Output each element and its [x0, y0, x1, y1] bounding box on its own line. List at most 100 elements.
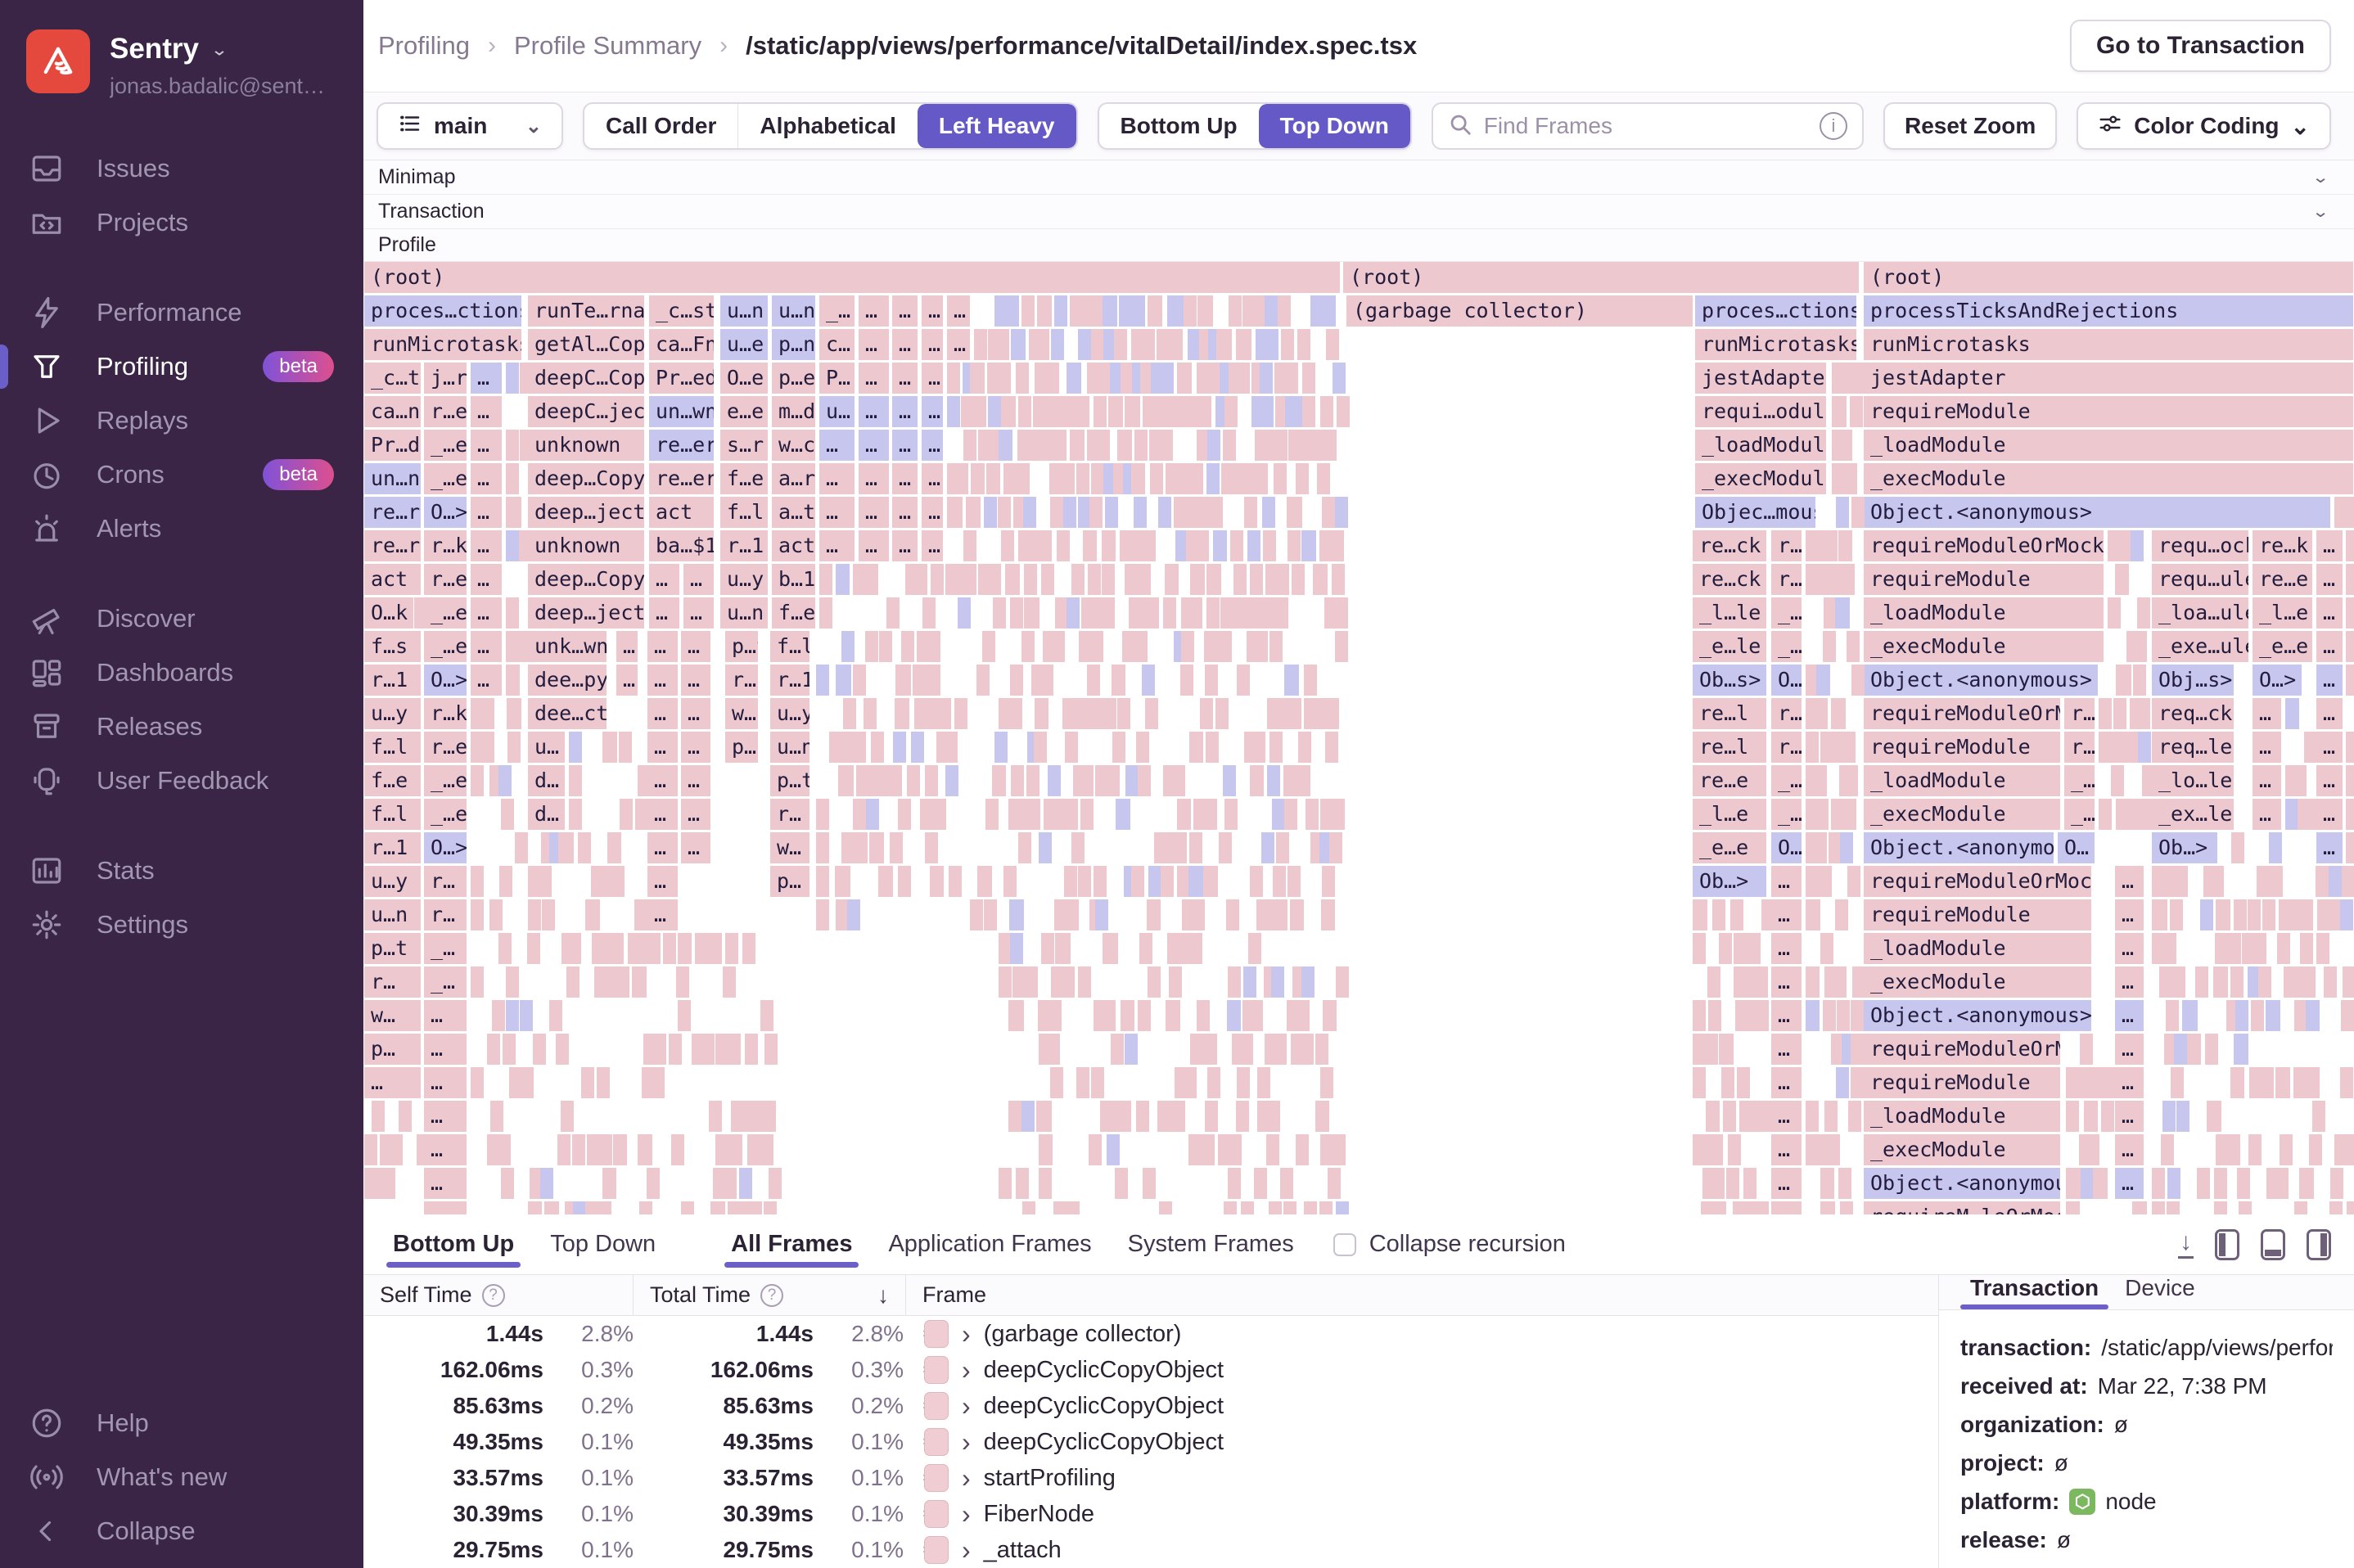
flame-frame[interactable] — [2285, 698, 2299, 729]
flame-frame[interactable]: (root) — [1343, 262, 1859, 293]
flame-frame[interactable]: … — [947, 329, 970, 360]
flame-frame[interactable] — [1332, 799, 1346, 830]
flame-frame[interactable]: … — [892, 497, 918, 528]
flame-frame[interactable]: u…y — [720, 564, 768, 595]
flame-frame[interactable] — [1820, 933, 1833, 964]
flame-frame[interactable] — [471, 866, 484, 897]
flame-frame[interactable] — [2347, 497, 2354, 528]
flame-frame[interactable] — [1833, 966, 1847, 998]
flame-frame[interactable]: processTicksAndRejections — [1864, 295, 2353, 327]
flame-frame[interactable] — [897, 866, 911, 897]
flame-frame[interactable] — [1755, 1201, 1769, 1214]
flame-frame[interactable] — [914, 698, 928, 729]
flame-frame[interactable] — [506, 363, 519, 394]
flame-frame[interactable] — [2099, 799, 2112, 830]
flame-frame[interactable] — [1157, 1101, 1170, 1132]
flame-frame[interactable] — [1327, 1168, 1341, 1199]
flame-frame[interactable] — [2204, 1034, 2218, 1065]
flame-frame[interactable] — [1089, 1134, 1103, 1165]
flame-frame[interactable]: … — [681, 698, 710, 729]
flame-frame[interactable] — [764, 1034, 778, 1065]
flame-frame[interactable]: u…y — [364, 698, 421, 729]
sort-desc-icon[interactable]: ↓ — [877, 1282, 889, 1309]
flame-frame[interactable]: proces…ctions — [1695, 295, 1856, 327]
flame-frame[interactable]: _execModule — [1864, 966, 2091, 998]
flame-frame[interactable]: _… — [2064, 799, 2095, 830]
flame-frame[interactable] — [1064, 866, 1078, 897]
flame-frame[interactable] — [1250, 866, 1264, 897]
flame-frame[interactable]: r…e — [424, 732, 467, 763]
flame-frame[interactable] — [631, 966, 647, 998]
flame-frame[interactable]: a…t — [772, 497, 815, 528]
flame-frame[interactable] — [2162, 1101, 2176, 1132]
flame-frame[interactable]: r… — [1771, 530, 1802, 561]
flame-frame[interactable] — [2115, 564, 2130, 595]
flame-frame[interactable] — [1145, 597, 1159, 629]
flame-frame[interactable] — [1094, 396, 1107, 427]
flame-frame[interactable] — [2152, 866, 2165, 897]
flame-frame[interactable] — [1301, 966, 1315, 998]
flame-frame[interactable] — [2137, 732, 2151, 763]
flame-frame[interactable] — [1021, 1101, 1035, 1132]
flame-frame[interactable] — [1139, 933, 1152, 964]
flame-frame[interactable] — [819, 564, 832, 595]
flame-frame[interactable] — [1842, 564, 1856, 595]
flame-frame[interactable]: r…c — [725, 665, 758, 696]
flame-frame[interactable] — [2133, 665, 2147, 696]
flame-frame[interactable] — [911, 732, 924, 763]
flame-frame[interactable]: _l…le — [1693, 597, 1766, 629]
tab-top-down[interactable]: Top Down — [535, 1214, 670, 1274]
flame-frame[interactable] — [2294, 1201, 2308, 1214]
flame-frame[interactable] — [489, 899, 503, 930]
flame-frame[interactable] — [1693, 899, 1707, 930]
flame-frame[interactable] — [1287, 866, 1301, 897]
flame-frame[interactable] — [2210, 866, 2224, 897]
flame-frame[interactable] — [1087, 665, 1101, 696]
flame-frame[interactable] — [1317, 463, 1331, 494]
flame-frame[interactable] — [1071, 564, 1085, 595]
flame-frame[interactable]: … — [922, 295, 943, 327]
sidebar-item-projects[interactable]: Projects — [0, 196, 363, 250]
flame-frame[interactable] — [1269, 1201, 1283, 1214]
flame-frame[interactable] — [675, 966, 689, 998]
flame-frame[interactable]: s…r — [720, 430, 768, 461]
flame-frame[interactable] — [1222, 430, 1236, 461]
flame-frame[interactable]: … — [922, 329, 943, 360]
flame-frame[interactable] — [371, 1101, 385, 1132]
flame-frame[interactable] — [2101, 1101, 2115, 1132]
flame-frame[interactable]: re…r — [364, 530, 421, 561]
flame-frame[interactable] — [1707, 966, 1721, 998]
flame-frame[interactable] — [1297, 329, 1310, 360]
flame-frame[interactable] — [816, 899, 829, 930]
flame-frame[interactable] — [1039, 832, 1053, 863]
flame-frame[interactable] — [2346, 799, 2354, 830]
flame-frame[interactable]: runMicrotasks — [364, 329, 521, 360]
flame-frame[interactable]: … — [892, 363, 918, 394]
table-row[interactable]: 49.35ms0.1%49.35ms0.1%⚙›deepCyclicCopyOb… — [363, 1424, 1938, 1460]
flame-frame[interactable]: _loadModule — [1864, 597, 2104, 629]
flame-frame[interactable] — [2215, 899, 2230, 930]
flame-frame[interactable] — [1743, 1168, 1757, 1199]
flame-frame[interactable] — [966, 497, 981, 528]
flame-frame[interactable] — [1089, 497, 1103, 528]
flame-frame[interactable]: c… — [819, 329, 855, 360]
flame-frame[interactable]: _l…e — [1693, 799, 1766, 830]
flame-frame[interactable] — [2137, 597, 2151, 629]
flame-frame[interactable] — [2298, 1168, 2315, 1199]
flame-frame[interactable] — [2342, 1134, 2354, 1165]
flame-frame[interactable]: re…k — [2253, 530, 2312, 561]
flame-frame[interactable] — [2173, 1034, 2187, 1065]
flame-frame[interactable] — [1016, 1168, 1030, 1199]
flame-frame[interactable] — [2152, 1168, 2166, 1199]
flame-frame[interactable] — [1824, 530, 1838, 561]
flame-frame[interactable] — [748, 1201, 762, 1214]
flame-frame[interactable] — [619, 732, 633, 763]
flame-frame[interactable] — [598, 1201, 611, 1214]
flame-frame[interactable] — [1284, 665, 1299, 696]
flame-frame[interactable] — [1097, 430, 1111, 461]
flame-frame[interactable] — [1091, 1067, 1105, 1098]
flame-frame[interactable]: a…r — [772, 463, 815, 494]
flame-frame[interactable] — [816, 866, 830, 897]
flame-frame[interactable] — [715, 1034, 729, 1065]
flame-frame[interactable]: r…k — [424, 698, 467, 729]
